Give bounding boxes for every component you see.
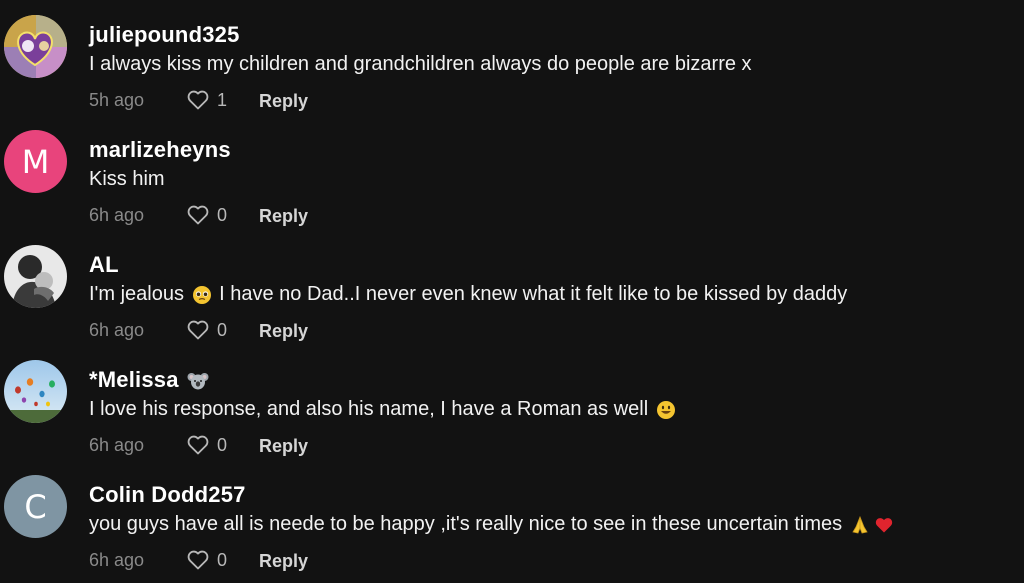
username[interactable]: *Melissa — [89, 367, 211, 393]
heart-icon[interactable] — [186, 203, 210, 227]
grinning-face-icon — [656, 400, 675, 419]
comment-list: juliepound325 I always kiss my children … — [0, 0, 1024, 583]
username-text: *Melissa — [89, 367, 179, 392]
koala-icon — [187, 373, 209, 390]
reply-button[interactable]: Reply — [259, 551, 308, 572]
timestamp: 6h ago — [89, 435, 145, 455]
comment-meta: 6h ago 0 Reply — [89, 203, 489, 229]
timestamp: 5h ago — [89, 90, 145, 110]
heart-icon[interactable] — [186, 548, 210, 572]
comment-meta: 5h ago 1 Reply — [89, 88, 489, 114]
username[interactable]: Colin Dodd257 — [89, 482, 246, 508]
comment-meta: 6h ago 0 Reply — [89, 433, 489, 459]
comment-text: Kiss him — [89, 168, 165, 190]
avatar-letter: M — [21, 142, 50, 181]
like-count: 0 — [217, 320, 228, 340]
avatar[interactable] — [4, 245, 67, 308]
avatar-letter: C — [24, 487, 47, 526]
like-count: 0 — [217, 205, 228, 225]
pleading-face-icon — [192, 285, 211, 304]
like-count: 0 — [217, 550, 228, 570]
comment-text-part: I'm jealous — [89, 283, 184, 305]
reply-button[interactable]: Reply — [259, 206, 308, 227]
comment-meta: 6h ago 0 Reply — [89, 318, 489, 344]
like-count: 0 — [217, 435, 228, 455]
collage-avatar-icon — [4, 15, 67, 78]
avatar[interactable]: M — [4, 130, 67, 193]
timestamp: 6h ago — [89, 550, 145, 570]
comment-item: C Colin Dodd257 you guys have all is nee… — [0, 460, 1024, 575]
comment-text: I always kiss my children and grandchild… — [89, 53, 752, 75]
comment-item: juliepound325 I always kiss my children … — [0, 0, 1024, 115]
avatar[interactable]: C — [4, 475, 67, 538]
avatar[interactable] — [4, 360, 67, 423]
red-heart-icon — [875, 517, 892, 533]
balloons-avatar-icon — [4, 360, 67, 423]
reply-button[interactable]: Reply — [259, 321, 308, 342]
username[interactable]: AL — [89, 252, 119, 278]
comment-text-part: I love his response, and also his name, … — [89, 398, 649, 420]
reply-button[interactable]: Reply — [259, 91, 308, 112]
timestamp: 6h ago — [89, 205, 145, 225]
reply-button[interactable]: Reply — [259, 436, 308, 457]
timestamp: 6h ago — [89, 320, 145, 340]
comment-item: AL I'm jealous I have no Dad..I never ev… — [0, 230, 1024, 345]
username[interactable]: juliepound325 — [89, 22, 240, 48]
comment-item: *Melissa I love his response, and also h… — [0, 345, 1024, 460]
username[interactable]: marlizeheyns — [89, 137, 231, 163]
comment-text: I love his response, and also his name, … — [89, 398, 678, 421]
avatar[interactable] — [4, 15, 67, 78]
heart-icon[interactable] — [186, 433, 210, 457]
comment-text: you guys have all is neede to be happy ,… — [89, 513, 896, 536]
comment-meta: 6h ago 0 Reply — [89, 548, 489, 574]
comment-text-part: you guys have all is neede to be happy ,… — [89, 513, 843, 535]
comment-text-part: I have no Dad..I never even knew what it… — [219, 283, 848, 305]
comment-item: M marlizeheyns Kiss him 6h ago 0 Reply — [0, 115, 1024, 230]
like-count: 1 — [217, 90, 228, 110]
comment-text: I'm jealous I have no Dad..I never even … — [89, 283, 847, 306]
portrait-avatar-icon — [4, 245, 67, 308]
folded-hands-icon — [852, 515, 868, 534]
heart-icon[interactable] — [186, 318, 210, 342]
heart-icon[interactable] — [186, 88, 210, 112]
